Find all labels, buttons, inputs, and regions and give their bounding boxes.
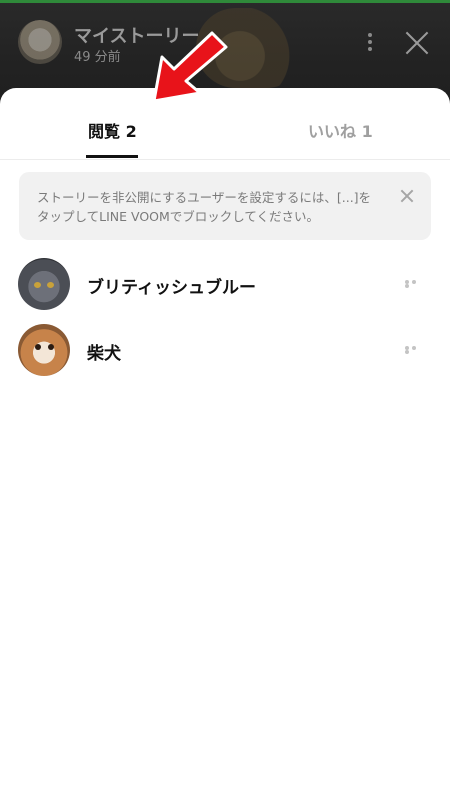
more-icon[interactable] — [405, 346, 425, 354]
privacy-notice-text: ストーリーを非公開にするユーザーを設定するには、[...]をタップしてLINE … — [37, 190, 372, 224]
notice-close-icon[interactable] — [399, 188, 415, 204]
avatar — [18, 324, 70, 376]
story-sticker — [196, 8, 306, 88]
more-icon[interactable] — [405, 280, 425, 288]
viewer-row[interactable]: 柴犬 — [0, 320, 450, 386]
avatar — [18, 258, 70, 310]
story-header: マイストーリー 49 分前 — [0, 0, 450, 90]
viewer-name: ブリティッシュブルー — [87, 278, 256, 298]
more-options-icon[interactable] — [362, 30, 378, 58]
story-owner-avatar — [18, 20, 62, 64]
viewer-name: 柴犬 — [87, 344, 121, 364]
selected-tab-indicator — [86, 155, 138, 158]
privacy-notice: ストーリーを非公開にするユーザーを設定するには、[...]をタップしてLINE … — [19, 172, 431, 240]
story-title: マイストーリー — [74, 26, 200, 47]
viewer-list: ブリティッシュブルー 柴犬 — [0, 254, 450, 386]
tab-bar: 閲覧 2 いいね 1 — [0, 88, 450, 160]
viewer-row[interactable]: ブリティッシュブルー — [0, 254, 450, 320]
story-timestamp: 49 分前 — [74, 50, 121, 65]
close-icon[interactable] — [400, 26, 434, 60]
tab-views[interactable]: 閲覧 2 — [88, 118, 137, 142]
tab-likes[interactable]: いいね 1 — [308, 118, 373, 142]
viewers-sheet: 閲覧 2 いいね 1 ストーリーを非公開にするユーザーを設定するには、[...]… — [0, 88, 450, 800]
